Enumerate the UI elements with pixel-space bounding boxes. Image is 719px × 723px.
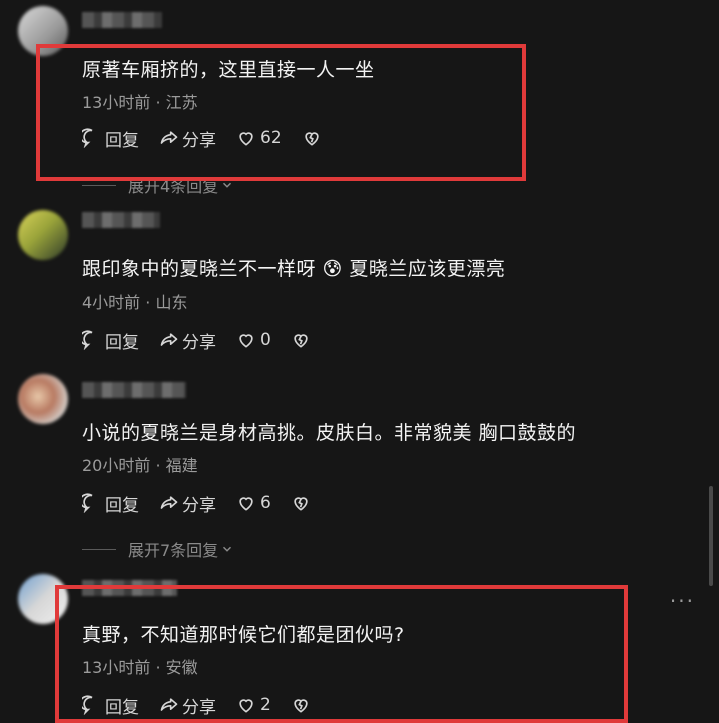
avatar[interactable]	[18, 210, 68, 260]
avatar[interactable]	[18, 574, 68, 624]
broken-heart-icon	[294, 497, 308, 511]
reply-label: 回复	[105, 332, 139, 353]
share-arrow-icon	[160, 496, 178, 509]
comment-actions: 回复 分享 6	[82, 491, 314, 516]
expand-replies[interactable]: 展开7条回复	[82, 537, 234, 561]
reply-label: 回复	[105, 130, 139, 151]
like-count: 0	[260, 330, 271, 350]
comment-text: 小说的夏晓兰是身材高挑。皮肤白。非常貌美 胸口鼓鼓的	[82, 422, 577, 444]
comment-meta: 13小时前 · 江苏	[82, 93, 198, 112]
expand-replies-label: 展开7条回复	[128, 541, 219, 560]
dislike-button[interactable]	[302, 128, 325, 148]
scrollbar[interactable]	[709, 486, 713, 586]
share-button[interactable]: 分享	[159, 126, 216, 151]
share-label: 分享	[182, 332, 216, 353]
chevron-down-icon	[223, 182, 232, 188]
comment-bubble-icon	[82, 128, 93, 148]
heart-icon	[239, 497, 253, 511]
comment-text: 原著车厢挤的，这里直接一人一坐	[82, 59, 375, 81]
expand-replies[interactable]: 展开4条回复	[82, 173, 234, 197]
reply-button[interactable]: 回复	[82, 693, 139, 718]
username[interactable]	[82, 382, 186, 398]
share-arrow-icon	[160, 333, 178, 346]
broken-heart-icon	[304, 132, 319, 146]
comment-meta: 20小时前 · 福建	[82, 456, 198, 475]
more-dots-icon[interactable]: ···	[670, 589, 695, 613]
username[interactable]	[82, 12, 162, 28]
avatar[interactable]	[18, 374, 68, 424]
share-button[interactable]: 分享	[159, 693, 216, 718]
like-button[interactable]: 2	[236, 695, 271, 715]
share-arrow-icon	[160, 131, 178, 144]
like-count: 2	[260, 695, 271, 715]
comment-text: 真野，不知道那时候它们都是团伙吗?	[82, 624, 405, 646]
comment-meta: 13小时前 · 安徽	[82, 658, 198, 677]
share-button[interactable]: 分享	[159, 328, 216, 353]
avatar[interactable]	[18, 6, 68, 56]
reply-label: 回复	[105, 697, 139, 718]
comment-bubble-icon	[82, 493, 93, 513]
like-button[interactable]: 62	[236, 128, 282, 148]
heart-icon	[239, 334, 253, 348]
username[interactable]	[82, 212, 160, 228]
share-label: 分享	[182, 495, 216, 516]
comment-actions: 回复 分享 62	[82, 126, 325, 151]
reply-label: 回复	[105, 495, 139, 516]
like-count: 6	[260, 493, 271, 513]
broken-heart-icon	[294, 334, 308, 348]
comment-actions: 回复 分享 0	[82, 328, 314, 353]
dislike-button[interactable]	[291, 695, 314, 715]
comment-bubble-icon	[82, 330, 93, 350]
like-count: 62	[260, 128, 282, 148]
dislike-button[interactable]	[291, 493, 314, 513]
share-arrow-icon	[160, 698, 178, 711]
divider-line	[82, 184, 116, 186]
comment-text: 跟印象中的夏晓兰不一样呀 😰 夏晓兰应该更漂亮	[82, 258, 506, 280]
share-label: 分享	[182, 697, 216, 718]
share-button[interactable]: 分享	[159, 491, 216, 516]
divider-line	[82, 548, 116, 550]
share-label: 分享	[182, 130, 216, 151]
heart-icon	[239, 132, 253, 146]
like-button[interactable]: 6	[236, 493, 271, 513]
like-button[interactable]: 0	[236, 330, 271, 350]
heart-icon	[239, 699, 253, 713]
chevron-down-icon	[223, 546, 232, 552]
broken-heart-icon	[294, 699, 308, 713]
dislike-button[interactable]	[291, 330, 314, 350]
comment-meta: 4小时前 · 山东	[82, 293, 188, 312]
comment-actions: 回复 分享 2	[82, 693, 314, 718]
username[interactable]	[82, 580, 177, 596]
reply-button[interactable]: 回复	[82, 328, 139, 353]
comment-bubble-icon	[82, 695, 93, 715]
reply-button[interactable]: 回复	[82, 491, 139, 516]
reply-button[interactable]: 回复	[82, 126, 139, 151]
expand-replies-label: 展开4条回复	[128, 177, 219, 196]
